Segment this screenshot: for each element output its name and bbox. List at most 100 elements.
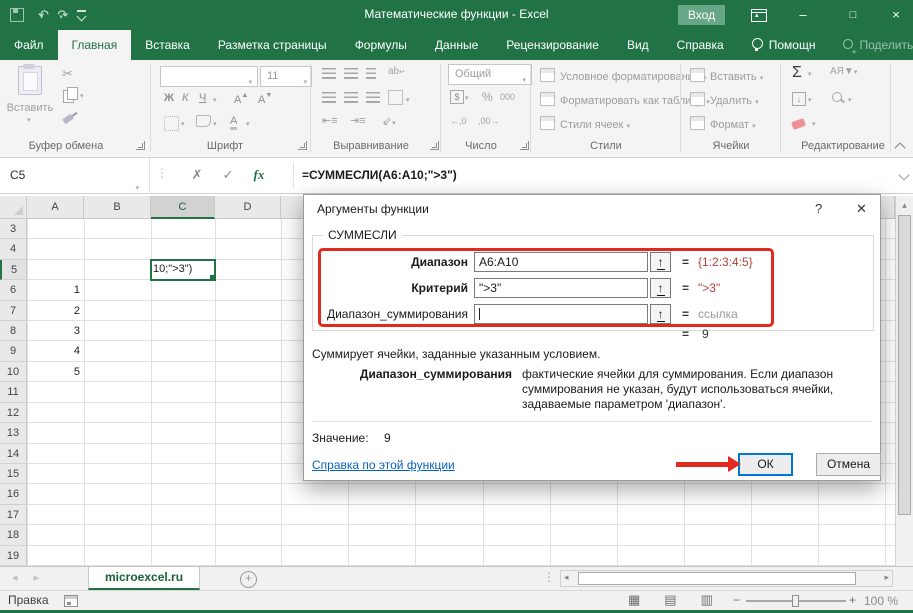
column-header-d[interactable]: D <box>215 196 281 219</box>
number-format-combobox[interactable]: Общий▾ <box>448 64 532 85</box>
cell-A10[interactable]: 5 <box>27 362 84 382</box>
dialog-help-icon[interactable]: ? <box>815 195 822 223</box>
fill-icon[interactable]: ↓ <box>792 92 806 106</box>
find-select-icon[interactable] <box>832 92 842 102</box>
row-header-10[interactable]: 10 <box>0 362 27 382</box>
tab-вставка[interactable]: Вставка <box>131 30 204 60</box>
scroll-right-icon[interactable]: ▸ <box>884 572 889 583</box>
cell-A8[interactable]: 3 <box>27 321 84 341</box>
number-dialog-launcher-icon[interactable] <box>520 141 529 150</box>
arg-input[interactable]: ">3" <box>474 278 648 298</box>
wrap-text-icon[interactable]: ⇙▾ <box>382 114 396 128</box>
row-header-12[interactable]: 12 <box>0 403 27 423</box>
vertical-scroll-thumb[interactable] <box>898 215 911 515</box>
tab-формулы[interactable]: Формулы <box>341 30 421 60</box>
clipboard-dialog-launcher-icon[interactable] <box>136 141 145 150</box>
align-middle-icon[interactable] <box>344 68 358 79</box>
align-center-icon[interactable] <box>344 92 358 103</box>
row-header-14[interactable]: 14 <box>0 444 27 464</box>
arg-input[interactable]: A6:A10 <box>474 252 648 272</box>
ribbon-display-options-icon[interactable] <box>751 9 767 22</box>
tab-вид[interactable]: Вид <box>613 30 663 60</box>
tab-справка[interactable]: Справка <box>663 30 738 60</box>
italic-button[interactable]: К <box>182 92 188 104</box>
horizontal-scrollbar[interactable]: ◂ ▸ <box>560 570 893 587</box>
sign-in-button[interactable]: Вход <box>678 5 725 25</box>
macro-record-icon[interactable] <box>64 595 78 607</box>
sheet-prev-icon[interactable]: ◂ <box>12 572 34 584</box>
row-header-7[interactable]: 7 <box>0 301 27 321</box>
dialog-close-icon[interactable]: ✕ <box>856 195 867 223</box>
borders-dropdown-icon[interactable]: ▾ <box>181 120 185 128</box>
increase-indent-icon[interactable]: ⇥≡ <box>350 114 366 127</box>
find-dropdown-icon[interactable]: ▾ <box>848 96 852 104</box>
clear-dropdown-icon[interactable]: ▾ <box>812 120 816 128</box>
underline-dropdown-icon[interactable]: ▾ <box>213 96 217 104</box>
new-sheet-icon[interactable]: + <box>240 571 257 588</box>
row-header-9[interactable]: 9 <box>0 341 27 361</box>
row-header-8[interactable]: 8 <box>0 321 27 341</box>
cancel-button[interactable]: Отмена <box>816 453 881 476</box>
copy-dropdown-icon[interactable]: ▾ <box>80 92 84 100</box>
font-color-icon[interactable]: А <box>230 115 237 130</box>
tab-file[interactable]: Файл <box>0 30 58 60</box>
horizontal-scroll-thumb[interactable] <box>578 572 856 585</box>
merge-center-icon[interactable] <box>388 90 403 105</box>
active-cell[interactable]: 10;">3") <box>150 259 216 281</box>
align-left-icon[interactable] <box>322 92 336 103</box>
font-dialog-launcher-icon[interactable] <box>298 141 307 150</box>
maximize-button[interactable]: □ <box>836 0 870 30</box>
cells-item-2[interactable]: Удалить ▾ <box>690 92 759 107</box>
column-header-c[interactable]: C <box>151 196 215 219</box>
decrease-decimal-icon[interactable]: ,00→ <box>478 116 500 126</box>
zoom-in-icon[interactable]: + <box>849 593 856 607</box>
fill-color-icon[interactable] <box>196 115 211 127</box>
cancel-entry-icon[interactable]: ✗ <box>192 167 203 183</box>
dialog-title-bar[interactable]: Аргументы функции ? ✕ <box>304 195 880 223</box>
confirm-entry-icon[interactable]: ✓ <box>223 167 234 183</box>
normal-view-icon[interactable]: ▦ <box>628 592 664 607</box>
autosum-dropdown-icon[interactable]: ▾ <box>808 70 812 78</box>
tab-главная[interactable]: Главная <box>58 30 132 60</box>
zoom-level[interactable]: 100 % <box>864 594 898 608</box>
row-header-4[interactable]: 4 <box>0 239 27 259</box>
font-color-dropdown-icon[interactable]: ▾ <box>246 120 250 128</box>
tab-помощн[interactable]: Помощн <box>738 30 830 60</box>
fill-handle[interactable] <box>209 274 216 281</box>
paste-icon[interactable] <box>18 66 42 95</box>
format-painter-icon[interactable] <box>62 114 74 125</box>
row-header-18[interactable]: 18 <box>0 525 27 545</box>
accounting-dropdown-icon[interactable]: ▾ <box>465 94 469 102</box>
decrease-indent-icon[interactable]: ⇤≡ <box>322 114 338 127</box>
select-all-corner[interactable] <box>0 196 27 219</box>
sheet-next-icon[interactable]: ▸ <box>34 572 56 584</box>
alignment-dialog-launcher-icon[interactable] <box>430 141 439 150</box>
page-layout-view-icon[interactable]: ▤ <box>664 592 700 607</box>
align-top-icon[interactable] <box>322 68 336 79</box>
sheet-tab-active[interactable]: microexcel.ru <box>88 567 200 590</box>
row-header-17[interactable]: 17 <box>0 505 27 525</box>
increase-decimal-icon[interactable]: ←,0 <box>450 116 467 126</box>
vertical-scrollbar[interactable]: ▴ <box>895 196 913 566</box>
column-header-a[interactable]: A <box>27 196 84 219</box>
tabbar-splitter[interactable]: ⋮ <box>543 570 555 584</box>
copy-icon[interactable] <box>63 90 74 103</box>
collapse-dialog-picker-icon[interactable]: ↑ <box>650 278 671 298</box>
underline-button[interactable]: Ч <box>199 92 206 104</box>
row-header-5[interactable]: 5 <box>0 260 27 280</box>
autosum-button[interactable]: Σ <box>792 64 802 82</box>
font-name-combobox[interactable]: ▾ <box>160 66 258 87</box>
grow-font-button[interactable]: А▲ <box>234 92 248 106</box>
clear-icon[interactable] <box>791 118 806 130</box>
font-size-combobox[interactable]: 11▾ <box>260 66 312 87</box>
minimize-button[interactable]: – <box>786 0 820 30</box>
collapse-dialog-picker-icon[interactable]: ↑ <box>650 252 671 272</box>
paste-dropdown-icon[interactable]: ▾ <box>27 116 31 124</box>
align-right-icon[interactable] <box>366 92 380 103</box>
function-help-link[interactable]: Справка по этой функции <box>312 458 455 472</box>
fill-dropdown-icon[interactable]: ▾ <box>808 96 812 104</box>
tab-разметка-страницы[interactable]: Разметка страницы <box>204 30 341 60</box>
borders-icon[interactable] <box>164 116 179 131</box>
row-header-11[interactable]: 11 <box>0 382 27 402</box>
name-box[interactable]: C5▾ <box>0 158 150 192</box>
